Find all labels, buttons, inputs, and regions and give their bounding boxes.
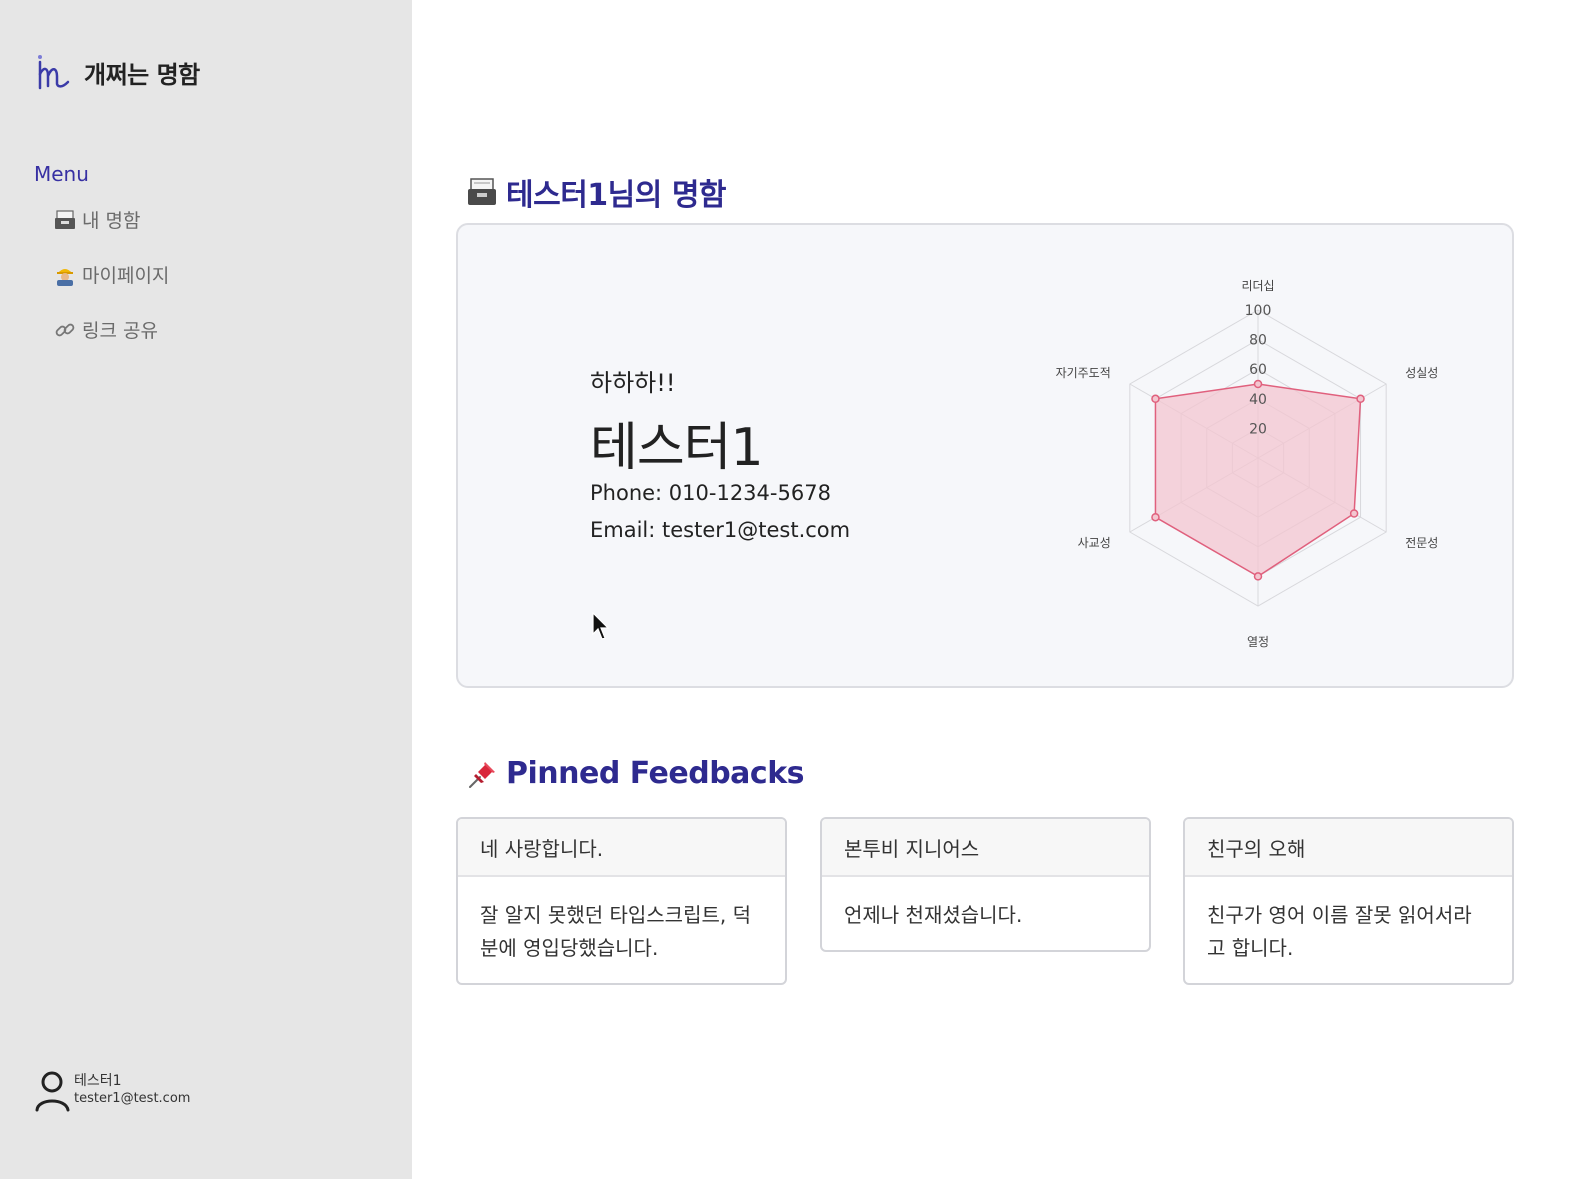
radar-tick-label: 100 [1245,303,1272,319]
brand-name: 개쩌는 명함 [84,60,200,89]
sidebar-item-mypage[interactable]: 마이페이지 [54,261,169,288]
sidebar-item-my-card[interactable]: 내 명함 [54,206,140,233]
pinned-section-title: Pinned Feedbacks [466,756,805,791]
card-section-title: 테스터1님의 명함 [466,170,727,214]
radar-point [1253,572,1263,581]
radar-point [1151,394,1160,404]
feedback-body: 언제나 천재셨습니다. [844,903,1023,927]
user-name: 테스터1 [74,1073,122,1090]
radar-tick-label: 40 [1249,392,1267,408]
feedback-title: 본투비 지니어스 [822,819,1149,877]
radar-tick-label: 60 [1249,362,1267,378]
radar-category-label: 전문성 [1405,536,1438,550]
radar-tick-label: 80 [1249,333,1267,349]
construction-worker-icon [54,264,76,286]
radar-point [1253,379,1263,389]
brand-logo-icon [34,52,72,92]
pinned-section-title-text: Pinned Feedbacks [506,756,805,791]
sidebar-item-label: 마이페이지 [82,265,170,287]
sidebar-item-label: 링크 공유 [82,320,158,342]
radar-category-label: 리더십 [1241,279,1274,293]
radar-point [1356,394,1365,404]
sidebar: 개쩌는 명함 Menu 내 명함 마이페이지 링크 공유 테스터1 tester… [0,0,412,1179]
feedback-title: 네 사랑합니다. [458,819,785,877]
sidebar-item-label: 내 명함 [82,210,141,232]
link-icon [54,319,76,341]
feedback-card[interactable]: 네 사랑합니다. 잘 알지 못했던 타입스크립트, 덕분에 영입당했습니다. [456,817,787,985]
radar-series-area [1154,383,1362,578]
radar-category-label: 열정 [1247,635,1269,649]
card-name: 테스터1 [590,418,764,478]
radar-category-label: 자기주도적 [1056,366,1111,380]
feedback-title: 친구의 오해 [1185,819,1512,877]
card-file-box-icon [54,209,76,231]
user-profile[interactable]: 테스터1 tester1@test.com [34,1068,190,1112]
feedback-body: 잘 알지 못했던 타입스크립트, 덕분에 영입당했습니다. [480,903,751,960]
card-file-box-icon [466,177,498,207]
feedback-card[interactable]: 친구의 오해 친구가 영어 이름 잘못 읽어서라고 합니다. [1183,817,1514,985]
card-phone: Phone: 010-1234-5678 [590,481,831,505]
card-email: Email: tester1@test.com [590,518,851,542]
pushpin-icon [466,758,498,790]
card-greeting: 하하하!! [590,369,676,397]
skill-radar-chart: 20 40 60 80 100 리더십성실성전문성열정 사교성 자기주도적 [1056,279,1439,649]
menu-heading: Menu [34,162,89,186]
feedback-card[interactable]: 본투비 지니어스 언제나 천재셨습니다. [820,817,1151,952]
sidebar-item-share-link[interactable]: 링크 공유 [54,316,158,343]
feedback-body: 친구가 영어 이름 잘못 읽어서라고 합니다. [1207,903,1472,960]
radar-category-label: 성실성 [1405,366,1438,380]
user-avatar-icon [34,1068,74,1112]
radar-point [1151,512,1160,522]
card-section-title-text: 테스터1님의 명함 [506,178,727,213]
radar-point [1349,509,1359,518]
brand[interactable]: 개쩌는 명함 [34,52,200,92]
user-email: tester1@test.com [74,1090,191,1106]
radar-category-label: 사교성 [1078,536,1111,550]
radar-tick-label: 20 [1249,421,1267,437]
business-card: 하하하!! 테스터1 Phone: 010-1234-5678 Email: t… [456,223,1514,688]
mouse-cursor-icon [592,611,610,646]
